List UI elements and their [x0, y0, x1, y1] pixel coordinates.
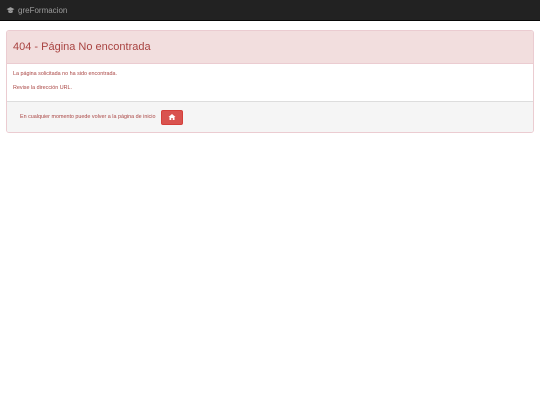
- home-button[interactable]: [161, 109, 184, 125]
- panel-body: La página solicitada no ha sido encontra…: [7, 64, 533, 102]
- home-icon: [168, 113, 176, 121]
- hint-message: Revise la dirección URL.: [13, 85, 73, 91]
- error-panel: 404 - Página No encontrada La página sol…: [6, 30, 534, 133]
- brand-name: greFormacion: [18, 5, 68, 15]
- page-title: 404 - Página No encontrada: [13, 41, 151, 53]
- panel-heading: 404 - Página No encontrada: [7, 31, 533, 64]
- navbar: greFormacion: [0, 0, 540, 21]
- panel-footer: En cualquier momento puede volver a la p…: [7, 102, 533, 132]
- error-message: La página solicitada no ha sido encontra…: [13, 71, 117, 77]
- graduation-cap-icon: [6, 6, 15, 15]
- footer-text: En cualquier momento puede volver a la p…: [20, 114, 156, 120]
- brand-link[interactable]: greFormacion: [6, 6, 67, 15]
